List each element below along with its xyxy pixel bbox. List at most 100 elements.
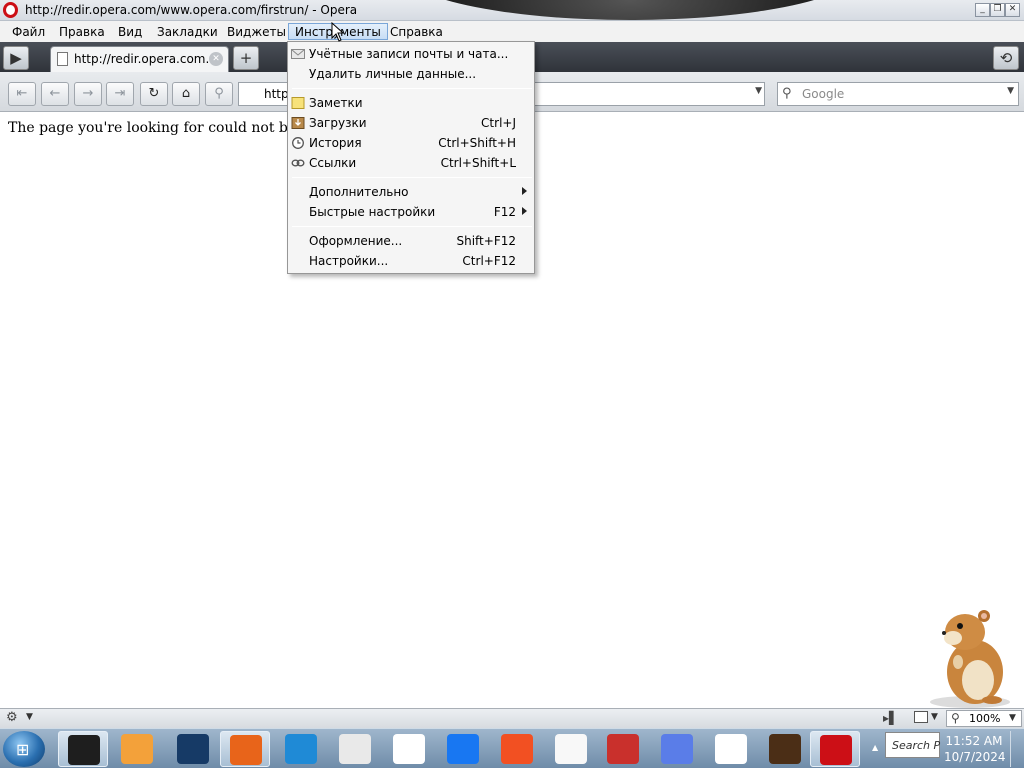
links-icon <box>291 159 305 167</box>
back-button[interactable]: ← <box>41 82 69 106</box>
menu-item-label: Быстрые настройки <box>309 205 436 219</box>
back-icon: ← <box>49 86 61 101</box>
tab-label: http://redir.opera.com... <box>74 52 217 66</box>
taskbar: ⊞ ▲ Search P 11:52 AM 10/7/2024 <box>0 728 1024 768</box>
media-player-app-button[interactable] <box>112 731 162 767</box>
zoom-control[interactable]: ⚲ 100% ▼ <box>946 710 1022 727</box>
search-engine-dropdown-icon[interactable]: ▼ <box>1007 86 1014 96</box>
menu-widgets[interactable]: Виджеты <box>221 24 292 41</box>
menu-item-quick-preferences[interactable]: Быстрые настройки F12 <box>288 202 534 222</box>
title-decoration <box>400 0 860 21</box>
microsoft-app-button[interactable] <box>492 731 542 767</box>
menu-view[interactable]: Вид <box>112 24 148 41</box>
firefox-app-icon <box>230 735 262 765</box>
home-button[interactable]: ⌂ <box>172 82 200 106</box>
zoom-dropdown-icon[interactable]: ▼ <box>1009 713 1016 723</box>
ups-app-icon <box>769 734 801 764</box>
wikipedia-app-button[interactable] <box>546 731 596 767</box>
forward-button[interactable]: → <box>74 82 102 106</box>
reload-icon: ↻ <box>148 86 160 101</box>
menu-help[interactable]: Справка <box>384 24 449 41</box>
view-mode-icon[interactable] <box>914 711 928 723</box>
menu-item-shortcut: Shift+F12 <box>456 234 516 248</box>
search-placeholder: Google <box>802 87 845 101</box>
opera-app-button[interactable] <box>810 731 860 767</box>
rewind-button[interactable]: ⇤ <box>8 82 36 106</box>
search-field[interactable]: ⚲ Google ▼ <box>777 82 1019 106</box>
show-desktop-button[interactable] <box>1010 731 1022 767</box>
menu-file[interactable]: Файл <box>6 24 51 41</box>
menu-item-notes[interactable]: Заметки <box>288 93 534 113</box>
copilot-app-icon <box>661 734 693 764</box>
reload-button[interactable]: ↻ <box>140 82 168 106</box>
opera-app-icon <box>820 735 852 765</box>
firefox-app-button[interactable] <box>220 731 270 767</box>
microsoft-app-icon <box>501 734 533 764</box>
menu-item-shortcut: Ctrl+J <box>481 116 516 130</box>
search-icon: ⚲ <box>782 86 792 101</box>
menu-separator <box>292 177 532 178</box>
rewind-icon: ⇤ <box>16 86 28 101</box>
amazon-app-icon <box>393 734 425 764</box>
minimize-button[interactable]: _ <box>975 3 990 17</box>
menu-bookmarks[interactable]: Закладки <box>151 24 224 41</box>
bank-of-america-app-button[interactable] <box>706 731 756 767</box>
youtube-app-button[interactable] <box>330 731 380 767</box>
tab-current[interactable]: http://redir.opera.com... ✕ <box>50 46 229 72</box>
menu-item-delete-private-data[interactable]: Удалить личные данные... <box>288 64 534 84</box>
amazon-app-button[interactable] <box>384 731 434 767</box>
close-button[interactable]: ✕ <box>1005 3 1020 17</box>
menu-item-history[interactable]: История Ctrl+Shift+H <box>288 133 534 153</box>
tab-close-icon[interactable]: ✕ <box>209 52 223 66</box>
facebook-app-button[interactable] <box>438 731 488 767</box>
menu-item-links[interactable]: Ссылки Ctrl+Shift+L <box>288 153 534 173</box>
menu-item-label: История <box>309 136 362 150</box>
menu-separator <box>292 88 532 89</box>
submenu-arrow-icon <box>522 187 527 195</box>
menu-item-downloads[interactable]: Загрузки Ctrl+J <box>288 113 534 133</box>
menu-item-shortcut: Ctrl+F12 <box>462 254 516 268</box>
globe-app-button[interactable] <box>168 731 218 767</box>
wand-button[interactable]: ⚲ <box>205 82 233 106</box>
panel-icon: ▶ <box>10 49 22 67</box>
menu-item-advanced[interactable]: Дополнительно <box>288 182 534 202</box>
tools-menu: Учётные записи почты и чата... Удалить л… <box>287 41 535 274</box>
plus-icon: + <box>239 49 253 67</box>
menu-item-preferences[interactable]: Настройки... Ctrl+F12 <box>288 251 534 271</box>
ups-app-button[interactable] <box>760 731 810 767</box>
tray-expand-icon[interactable]: ▲ <box>872 743 878 752</box>
fast-forward-icon: ⇥ <box>114 86 126 101</box>
downloads-icon <box>291 117 305 129</box>
menu-item-appearance[interactable]: Оформление... Shift+F12 <box>288 231 534 251</box>
restore-button[interactable]: ❐ <box>990 3 1005 17</box>
edge-app-button[interactable] <box>276 731 326 767</box>
terminal-app-button[interactable] <box>58 731 108 767</box>
menu-edit[interactable]: Правка <box>53 24 111 41</box>
new-tab-button[interactable]: + <box>233 46 259 70</box>
view-dropdown-icon[interactable]: ▼ <box>931 712 938 722</box>
menu-item-label: Заметки <box>309 96 363 110</box>
menu-separator <box>292 226 532 227</box>
youtube-app-icon <box>339 734 371 764</box>
title-bar: http://redir.opera.com/www.opera.com/fir… <box>0 0 1024 21</box>
opera-logo-icon <box>3 2 18 18</box>
fast-forward-button[interactable]: ⇥ <box>106 82 134 106</box>
taskbar-search-box[interactable]: Search P <box>885 732 940 758</box>
store-app-button[interactable] <box>598 731 648 767</box>
menu-item-label: Загрузки <box>309 116 367 130</box>
menu-bar: Файл Правка Вид Закладки Виджеты Инструм… <box>0 21 1024 42</box>
closed-tabs-button[interactable]: ⟲ <box>993 46 1019 70</box>
start-button[interactable]: ⊞ <box>3 731 45 767</box>
speed-dial-icon[interactable]: ⚙ <box>6 710 18 725</box>
menu-item-label: Удалить личные данные... <box>309 67 477 81</box>
panel-toggle-button[interactable]: ▶ <box>3 46 29 70</box>
menu-item-mail-chat-accounts[interactable]: Учётные записи почты и чата... <box>288 44 534 64</box>
windows-logo-icon: ⊞ <box>16 740 30 759</box>
mail-icon <box>291 49 305 59</box>
menu-item-shortcut: F12 <box>493 205 516 219</box>
copilot-app-button[interactable] <box>652 731 702 767</box>
address-dropdown-icon[interactable]: ▼ <box>755 86 762 96</box>
status-dropdown-icon[interactable]: ▼ <box>26 712 33 722</box>
clock[interactable]: 11:52 AM 10/7/2024 <box>944 733 1006 765</box>
fit-width-icon[interactable]: ▸▌ <box>883 711 898 725</box>
